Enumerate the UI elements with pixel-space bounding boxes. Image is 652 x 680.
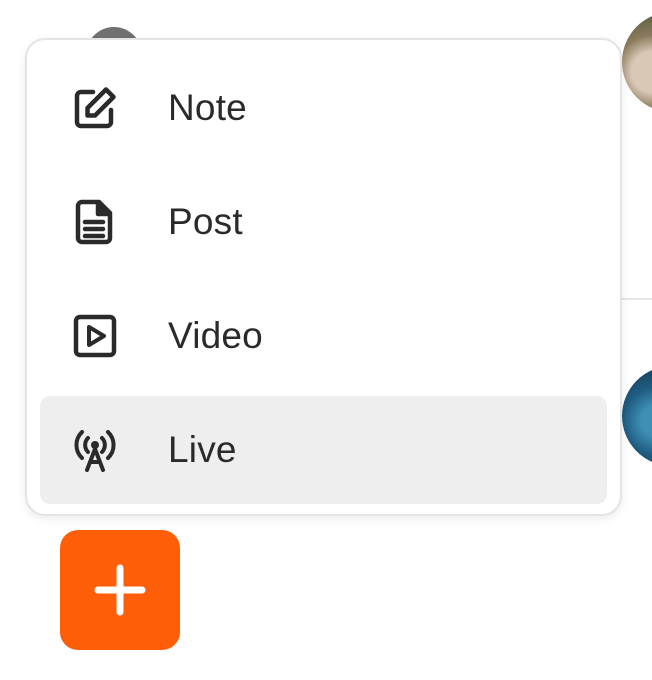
video-icon	[70, 311, 120, 361]
menu-item-post[interactable]: Post	[40, 168, 607, 276]
user-avatar[interactable]	[622, 12, 652, 112]
user-avatar[interactable]	[622, 366, 652, 466]
create-button[interactable]	[60, 530, 180, 650]
create-menu: Note Post Video Live	[25, 38, 622, 516]
menu-item-label: Live	[168, 429, 237, 470]
menu-item-note[interactable]: Note	[40, 54, 607, 162]
screen: Note Post Video Live	[0, 0, 652, 680]
menu-item-label: Video	[168, 315, 263, 356]
menu-item-label: Note	[168, 87, 247, 128]
menu-item-video[interactable]: Video	[40, 282, 607, 390]
edit-icon	[70, 83, 120, 133]
menu-item-label: Post	[168, 201, 243, 242]
broadcast-icon	[70, 425, 120, 475]
document-icon	[70, 197, 120, 247]
menu-item-live[interactable]: Live	[40, 396, 607, 504]
plus-icon	[94, 564, 146, 616]
